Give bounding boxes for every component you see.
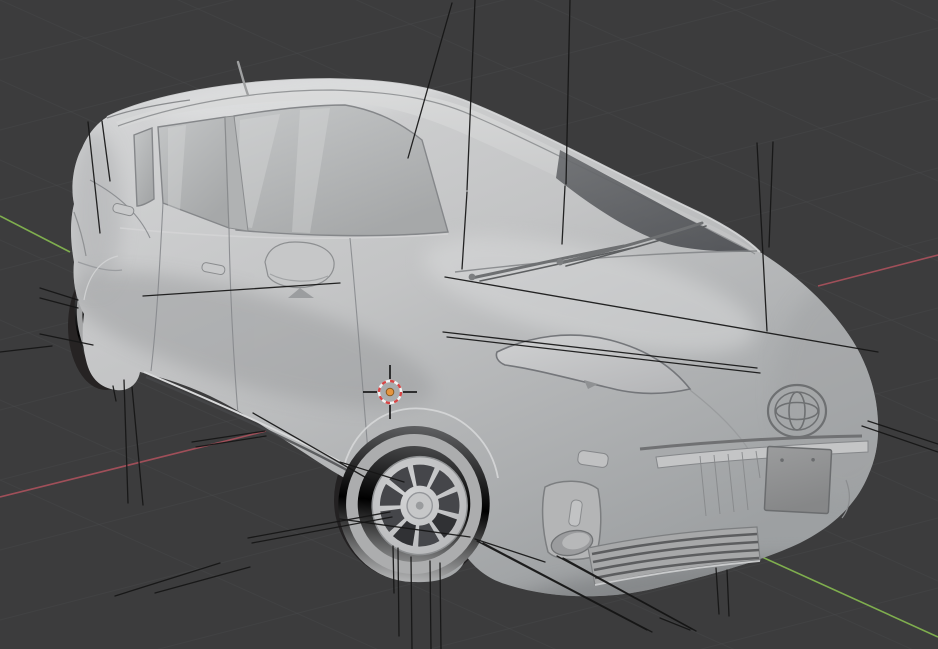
license-plate <box>763 445 833 515</box>
3d-viewport[interactable] <box>0 0 938 649</box>
quarter-window <box>133 126 155 207</box>
cursor-origin-dot <box>385 387 395 397</box>
